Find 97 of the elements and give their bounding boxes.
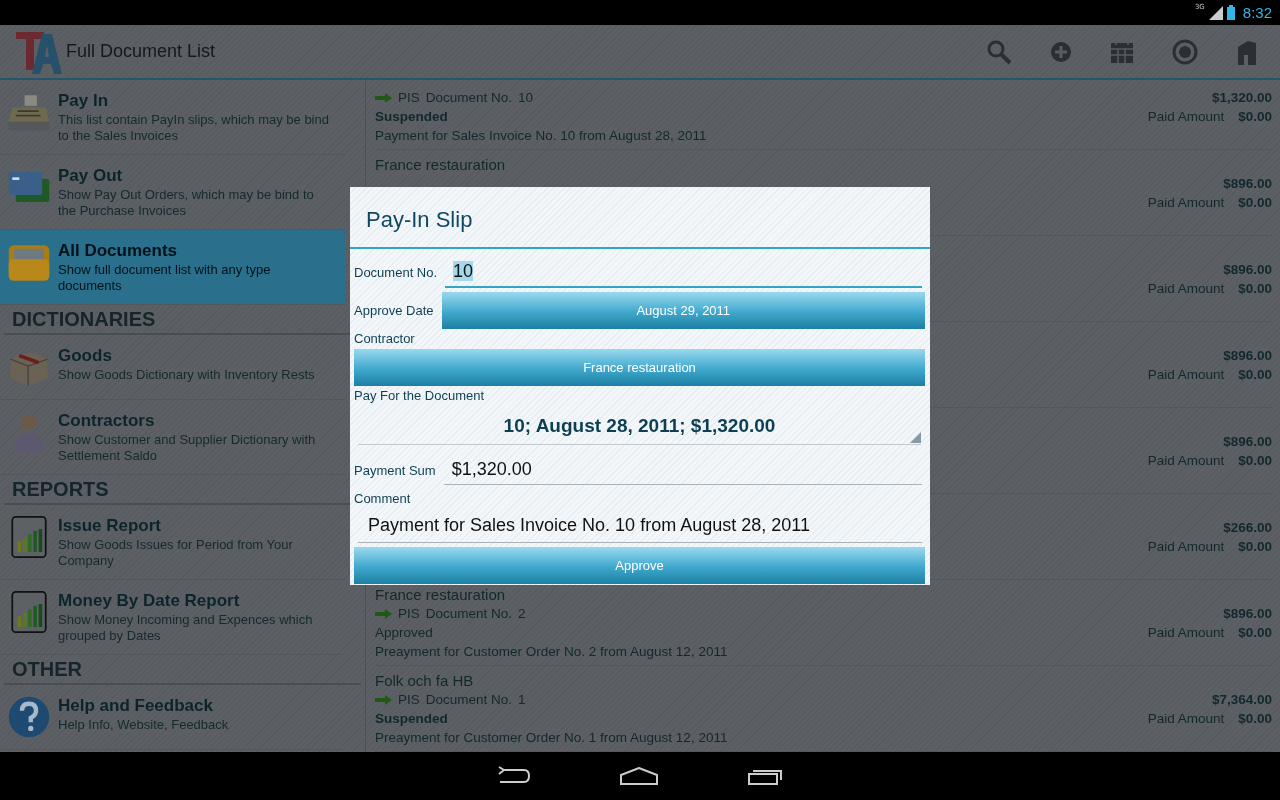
paid-amount-label: Paid Amount <box>1147 710 1225 728</box>
recent-apps-icon[interactable] <box>748 767 784 785</box>
document-amount: $896.00 <box>1223 175 1272 193</box>
item-title: Pay In <box>58 90 110 112</box>
document-row[interactable]: PIS Document No. 10 Suspended Payment for Sales Invoice No. 10 from August 28, 2011 $1,320.00 Paid Amount $0.00 <box>375 80 1272 150</box>
document-amount: $7,364.00 <box>1211 691 1272 709</box>
paid-amount: $0.00 <box>1238 538 1272 556</box>
paid-amount: $0.00 <box>1238 108 1272 126</box>
field-label: Payment Sum <box>354 462 436 478</box>
document-comment: Preayment for Customer Order No. 2 from August 12, 2011 <box>375 643 728 661</box>
contractor-button[interactable]: France restauration <box>354 349 925 386</box>
paid-amount-label: Paid Amount <box>1147 538 1225 556</box>
screen-title: Full Document List <box>66 41 216 62</box>
contractor-name: France restauration <box>375 585 506 604</box>
document-amount: $896.00 <box>1223 261 1272 279</box>
approve-button[interactable]: Approve <box>354 547 925 584</box>
paid-amount-label: Paid Amount <box>1147 108 1225 126</box>
house-icon[interactable] <box>1236 38 1258 65</box>
document-number: 10 <box>518 89 534 107</box>
document-type: PIS <box>398 691 420 709</box>
paid-amount: $0.00 <box>1238 194 1272 212</box>
item-title: Contractors <box>58 410 156 432</box>
paid-amount: $0.00 <box>1238 366 1272 384</box>
item-description: Show Pay Out Orders, which may be bind to the Purchase Invoices <box>58 187 315 219</box>
document-amount: $896.00 <box>1223 347 1272 365</box>
document-status: Suspended <box>375 710 448 728</box>
dialog-title: Pay-In Slip <box>350 187 930 249</box>
back-icon[interactable] <box>496 766 530 786</box>
document-type: PIS <box>398 605 420 623</box>
home-icon[interactable] <box>620 767 658 785</box>
document-number-label: Document No. <box>425 605 513 623</box>
contractor-name: France restauration <box>375 155 506 174</box>
battery-icon <box>1226 5 1235 20</box>
comment-field[interactable]: Payment for Sales Invoice No. 10 from August 28, 2011 <box>358 509 922 543</box>
contractor-name: Folk och fa HB <box>375 671 474 690</box>
item-description: Help Info, Website, Feedback <box>58 717 230 733</box>
input-field[interactable]: $1,320.00 <box>443 455 922 485</box>
app-logo-icon[interactable] <box>14 29 62 74</box>
paid-amount: $0.00 <box>1238 624 1272 642</box>
item-title: Money By Date Report <box>58 590 241 612</box>
field-label: Approve Date <box>354 302 434 318</box>
document-number: 2 <box>518 605 526 623</box>
paid-amount-label: Paid Amount <box>1147 194 1225 212</box>
paid-amount: $0.00 <box>1238 280 1272 298</box>
paid-amount-label: Paid Amount <box>1147 366 1225 384</box>
document-comment: Payment for Sales Invoice No. 10 from August 28, 2011 <box>375 127 707 145</box>
item-description: Show Money Incoming and Expences which grouped by Dates <box>58 612 314 644</box>
field-label: Contractor <box>354 330 416 348</box>
paid-amount-label: Paid Amount <box>1147 452 1225 470</box>
document-amount: $896.00 <box>1223 433 1272 451</box>
paid-amount-label: Paid Amount <box>1147 280 1225 298</box>
document-number: 1 <box>518 691 526 709</box>
document-status: Suspended <box>375 108 448 126</box>
item-title: Pay Out <box>58 165 124 187</box>
sidebar-item[interactable]: Money By Date Report Show Money Incoming and Expences which grouped by Dates <box>0 580 345 655</box>
field-label: Pay For the Document <box>354 387 486 405</box>
document-number-label: Document No. <box>425 89 513 107</box>
field-label: Document No. <box>354 264 438 280</box>
sidebar-item[interactable]: Help and Feedback Help Info, Website, Feedback <box>0 685 345 750</box>
signal-icon <box>1208 5 1223 20</box>
document-amount: $266.00 <box>1223 519 1272 537</box>
document-amount: $896.00 <box>1223 605 1272 623</box>
dropdown-corner-icon <box>910 432 921 443</box>
item-description: Show full document list with any type documents <box>58 262 272 294</box>
add-icon[interactable] <box>1050 40 1072 63</box>
document-comment: Preayment for Customer Order No. 1 from August 12, 2011 <box>375 729 728 747</box>
section-header: OTHER <box>4 655 361 685</box>
sidebar-item[interactable]: Contractors Show Customer and Supplier Dictionary with Settlement Saldo <box>0 400 345 475</box>
document-status: Approved <box>375 624 433 642</box>
arrow-icon <box>375 608 392 619</box>
item-title: Help and Feedback <box>58 695 214 717</box>
item-description: Show Goods Dictionary with Inventory Rests <box>58 367 316 383</box>
clock: 8:32 <box>1242 4 1272 21</box>
sidebar-item[interactable]: All Documents Show full document list with any type documents <box>0 230 345 305</box>
item-title: Issue Report <box>58 515 162 537</box>
document-number-label: Document No. <box>425 691 513 709</box>
document-amount: $1,320.00 <box>1211 89 1272 107</box>
item-description: Show Customer and Supplier Dictionary with Settlement Saldo <box>58 432 317 464</box>
paid-amount-label: Paid Amount <box>1147 624 1225 642</box>
paid-amount: $0.00 <box>1238 710 1272 728</box>
field-label: Comment <box>354 490 412 508</box>
target-icon[interactable] <box>1172 38 1198 65</box>
paid-amount: $0.00 <box>1238 452 1272 470</box>
document-type: PIS <box>398 89 420 107</box>
arrow-icon <box>375 694 392 705</box>
sidebar-item[interactable]: Pay In This list contain PayIn slips, which may be bind to the Sales Invoices <box>0 80 345 155</box>
sidebar-item[interactable]: Issue Report Show Goods Issues for Period from Your Company <box>0 505 345 580</box>
item-title: All Documents <box>58 240 179 262</box>
document-dropdown[interactable]: 10; August 28, 2011; $1,320.00 <box>358 406 921 445</box>
date-button[interactable]: August 29, 2011 <box>441 291 925 329</box>
arrow-icon <box>375 92 392 103</box>
input-field[interactable]: 10 <box>445 256 922 288</box>
item-description: This list contain PayIn slips, which may be bind to the Sales Invoices <box>58 112 330 144</box>
search-icon[interactable] <box>986 38 1012 65</box>
item-title: Goods <box>58 345 113 367</box>
item-description: Show Goods Issues for Period from Your Company <box>58 537 294 569</box>
sidebar-item[interactable]: Goods Show Goods Dictionary with Inventory Rests <box>0 335 345 400</box>
